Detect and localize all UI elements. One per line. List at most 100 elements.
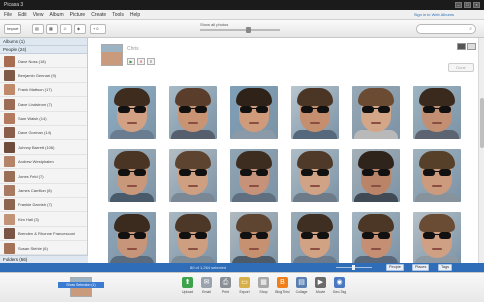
more-options-icon[interactable]: ≡ (147, 58, 155, 65)
face-thumbnail[interactable] (352, 149, 400, 202)
menu-album[interactable]: Album (49, 12, 63, 18)
people-view-icon[interactable]: ☺ (60, 24, 72, 34)
collage-button[interactable]: ▤ Collage (294, 276, 309, 300)
menu-help[interactable]: Help (130, 12, 140, 18)
sunglasses-icon (179, 169, 207, 176)
thumbnail-size-handle[interactable] (352, 265, 355, 270)
folders-footer[interactable]: Folders (56) (0, 255, 88, 263)
menu-view[interactable]: View (33, 12, 44, 18)
face-thumbnail[interactable] (291, 149, 339, 202)
person-name[interactable]: Chris (127, 46, 139, 52)
email-button[interactable]: ✉ Email (199, 276, 214, 300)
photo-hair (419, 88, 455, 106)
movie-button[interactable]: ▶ Movie (313, 276, 328, 300)
places-button[interactable]: Places (412, 264, 430, 271)
people-button[interactable]: People (386, 264, 404, 271)
minimize-icon[interactable]: – (455, 2, 462, 8)
add-people-icon[interactable]: +☺ (90, 24, 106, 34)
person-label: Johnny Barrett (106) (18, 144, 55, 150)
face-thumbnail[interactable] (230, 212, 278, 265)
main-panel: Chris ▶ ✕ ≡ Done (89, 38, 484, 265)
view-list-icon[interactable]: ▤ (32, 24, 44, 34)
play-slideshow-icon[interactable]: ▶ (127, 58, 135, 65)
sunglasses-icon (118, 169, 146, 176)
photo-hair (419, 151, 455, 169)
sidebar-person-item[interactable]: Brenden & Rhonne Francesconi (0, 227, 87, 242)
map-view-icon[interactable]: ◈ (74, 24, 86, 34)
face-thumbnail[interactable] (169, 212, 217, 265)
menu-create[interactable]: Create (91, 12, 106, 18)
scrollbar-thumb[interactable] (480, 98, 484, 148)
sidebar-person-item[interactable]: Benjamin Gennari (9) (0, 68, 87, 83)
remove-person-icon[interactable]: ✕ (137, 58, 145, 65)
action-label: Email (202, 290, 211, 294)
photo-hair (358, 88, 394, 106)
sidebar-person-item[interactable]: Frank Mattson (17) (0, 83, 87, 98)
action-label: Movie (315, 290, 326, 294)
person-thumbnail (4, 213, 15, 225)
thumbnail-view-icon[interactable] (457, 43, 466, 50)
person-thumbnail (4, 228, 15, 240)
sidebar-person-item[interactable]: Dave Noss (18) (0, 54, 87, 69)
person-thumbnail (4, 127, 15, 139)
face-thumbnail[interactable] (413, 212, 461, 265)
sunglasses-icon (240, 169, 268, 176)
sunglasses-icon (118, 106, 146, 113)
people-header[interactable]: People (24) (0, 46, 87, 54)
sidebar-person-item[interactable]: Frankie Darvish (7) (0, 198, 87, 213)
face-thumbnail[interactable] (291, 212, 339, 265)
search-icon: ⌕ (469, 26, 472, 32)
menu-edit[interactable]: Edit (18, 12, 27, 18)
person-thumbnail (4, 84, 15, 96)
face-thumbnail[interactable] (352, 86, 400, 139)
done-button[interactable]: Done (448, 63, 474, 72)
face-thumbnail[interactable] (169, 149, 217, 202)
close-icon[interactable]: × (473, 2, 480, 8)
face-thumbnail[interactable] (108, 149, 156, 202)
menu-picture[interactable]: Picture (70, 12, 86, 18)
tags-button[interactable]: Tags (438, 264, 453, 271)
vertical-scrollbar[interactable] (478, 38, 484, 263)
import-button[interactable]: Import (4, 24, 22, 34)
geo-tag-button[interactable]: ◉ Geo-Tag (332, 276, 347, 300)
sign-in-link[interactable]: Sign in to Web Albums (414, 12, 454, 17)
face-thumbnail[interactable] (230, 149, 278, 202)
shop-button[interactable]: ▦ Shop (256, 276, 271, 300)
face-thumbnail[interactable] (108, 212, 156, 265)
menu-file[interactable]: File (4, 12, 12, 18)
photo-hair (175, 214, 211, 232)
face-thumbnail[interactable] (413, 86, 461, 139)
search-input[interactable]: ⌕ (416, 24, 476, 34)
albums-header[interactable]: Albums (1) (0, 38, 87, 46)
export-button[interactable]: ▭ Export (237, 276, 252, 300)
sidebar-person-item[interactable]: Dave Gorman (14) (0, 126, 87, 141)
blogthis-button[interactable]: B BlogThis! (275, 276, 290, 300)
maximize-icon[interactable]: □ (464, 2, 471, 8)
face-thumbnail[interactable] (169, 86, 217, 139)
person-thumbnail (4, 141, 15, 153)
zoom-slider-handle[interactable] (246, 27, 251, 33)
photo-mouth (188, 185, 198, 187)
menu-tools[interactable]: Tools (112, 12, 124, 18)
face-thumbnail[interactable] (352, 212, 400, 265)
sidebar-person-item[interactable]: Sam Walsh (14) (0, 112, 87, 126)
face-thumbnail[interactable] (230, 86, 278, 139)
face-thumbnail[interactable] (413, 149, 461, 202)
sidebar-person-item[interactable]: Kim Hall (3) (0, 212, 87, 227)
detail-view-icon[interactable] (467, 43, 476, 50)
face-thumbnail[interactable] (291, 86, 339, 139)
zoom-slider[interactable] (200, 29, 280, 31)
photo-mouth (371, 122, 381, 124)
print-button[interactable]: ⎙ Print (218, 276, 233, 300)
sidebar-person-item[interactable]: Dave Lindstrom (7) (0, 97, 87, 112)
sidebar-person-item[interactable]: Johnny Barrett (106) (0, 140, 87, 155)
photo-hair (175, 88, 211, 106)
upload-button[interactable]: ⬆ Upload (180, 276, 195, 300)
show-selection-label[interactable]: Show Selection (1) (58, 282, 104, 288)
sidebar-person-item[interactable]: Andrew Westphalen (0, 155, 87, 170)
sidebar-person-item[interactable]: Susan Stehle (6) (0, 241, 87, 256)
sidebar-person-item[interactable]: Jones Feld (7) (0, 169, 87, 184)
view-grid-icon[interactable]: ▦ (46, 24, 58, 34)
face-thumbnail[interactable] (108, 86, 156, 139)
sidebar-person-item[interactable]: James Carrillon (8) (0, 184, 87, 198)
